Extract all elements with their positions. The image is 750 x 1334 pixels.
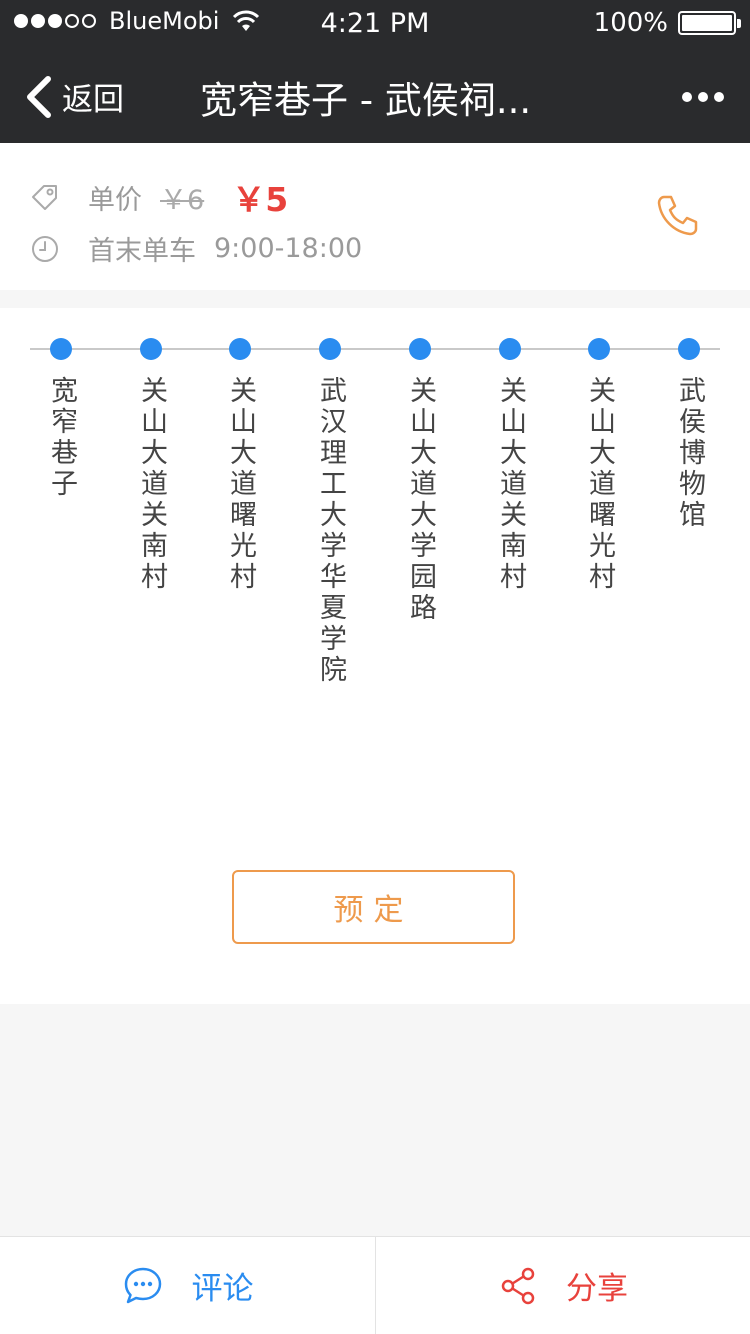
chevron-left-icon [27,75,51,118]
price-row: 单价 ￥6 ￥5 [30,173,288,221]
more-icon[interactable] [676,92,724,102]
stop-dot [140,338,162,360]
share-button[interactable]: 分享 [375,1237,750,1334]
hours-row: 首末单车 9:00-18:00 [30,229,362,268]
comment-label: 评论 [191,1271,254,1307]
route-stop: 武侯博物馆 [669,338,709,531]
share-label: 分享 [566,1271,628,1307]
stop-name: 武汉理工大学华夏学院 [315,376,346,686]
stop-name: 关山大道大学园路 [405,376,436,624]
battery-icon [678,11,741,35]
stop-name: 武侯博物馆 [674,376,705,531]
back-button[interactable]: 返回 [22,74,124,119]
stop-dot [678,338,700,360]
stop-dot [499,338,521,360]
stop-name: 关山大道关南村 [136,376,167,593]
nav-bar: 返回 宽窄巷子 - 武侯祠... [0,48,750,143]
status-bar: BlueMobi 4:21 PM 100% [0,0,750,48]
route-stop: 关山大道关南村 [490,338,530,593]
route-stops: 宽窄巷子 关山大道关南村 关山大道曙光村 武汉理工大学华夏学院 关山大道大学园路… [0,308,750,1004]
stop-name: 宽窄巷子 [46,376,77,500]
hours-value: 9:00-18:00 [214,233,363,264]
stop-dot [588,338,610,360]
clock-icon [32,235,58,262]
comment-button[interactable]: 评论 [0,1237,375,1334]
ticket-info-card: 单价 ￥6 ￥5 首末单车 9:00-18:00 [0,143,750,290]
stop-dot [229,338,251,360]
stop-dot [409,338,431,360]
route-stop: 宽窄巷子 [41,338,81,500]
status-right: 100% [593,8,741,38]
hours-label: 首末单车 [88,236,196,267]
price-label: 单价 [88,184,142,216]
back-label: 返回 [62,82,124,118]
phone-icon[interactable] [654,191,702,239]
stop-name: 关山大道曙光村 [584,376,615,593]
battery-percent: 100% [593,8,668,38]
stop-name: 关山大道曙光村 [225,376,256,593]
stop-dot [50,338,72,360]
route-stop: 武汉理工大学华夏学院 [310,338,350,686]
route-stop: 关山大道曙光村 [579,338,619,593]
original-price: ￥6 [160,184,205,216]
stop-dot [319,338,341,360]
price-tag-icon [32,185,57,210]
stop-name: 关山大道关南村 [495,376,526,593]
share-icon [501,1267,535,1304]
reserve-button[interactable]: 预定 [232,870,515,944]
route-stop: 关山大道曙光村 [220,338,260,593]
route-stop: 关山大道关南村 [131,338,171,593]
bottom-action-bar: 评论 分享 [0,1236,750,1334]
page-title: 宽窄巷子 - 武侯祠... [200,79,532,122]
route-stop: 关山大道大学园路 [400,338,440,624]
current-price: ￥5 [232,180,289,219]
comment-icon [124,1267,161,1303]
